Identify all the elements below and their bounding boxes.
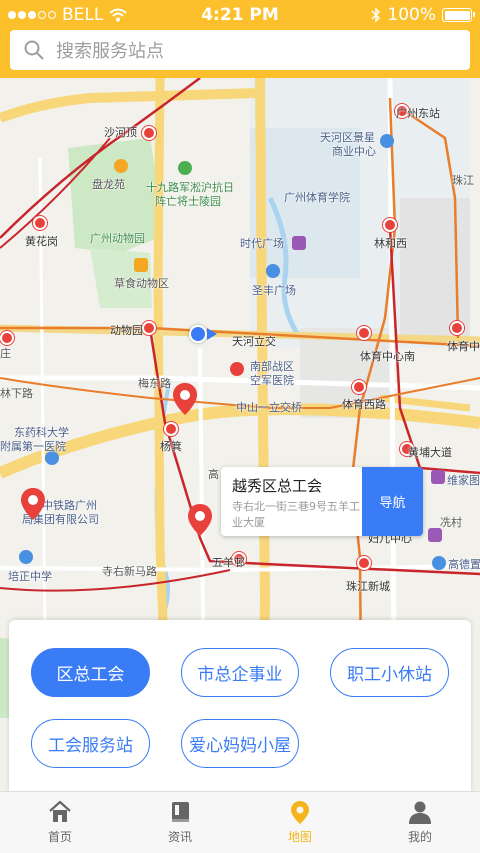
poi-icon <box>292 236 306 250</box>
tab-bar: 首页 资讯 地图 我的 <box>0 791 480 853</box>
tab-profile[interactable]: 我的 <box>360 792 480 853</box>
map-label: 时代广场 <box>240 237 284 250</box>
search-icon <box>24 40 44 60</box>
map-label: 附属第一医院 <box>0 440 66 453</box>
metro-station-icon <box>450 321 464 335</box>
poi-icon <box>428 528 442 542</box>
navigate-button[interactable]: 导航 <box>362 467 423 536</box>
poi-icon <box>178 161 192 175</box>
metro-station-icon <box>142 321 156 335</box>
user-icon <box>409 801 431 824</box>
map-label: 体育西路 <box>342 398 386 411</box>
category-chip-mother-room[interactable]: 爱心妈妈小屋 <box>181 719 299 768</box>
metro-station-icon <box>357 326 371 340</box>
map-label: 草食动物区 <box>114 277 169 290</box>
map-label: 培正中学 <box>8 570 52 583</box>
map-label: 广州体育学院 <box>284 191 350 204</box>
map-label: 圣丰广场 <box>252 284 296 297</box>
map-label: 中山一立交桥 <box>236 401 302 414</box>
location-pin-icon[interactable] <box>172 382 198 416</box>
header: BELL 4:21 PM 100% 搜索服务站点 <box>0 0 480 78</box>
poi-icon <box>380 134 394 148</box>
map-label: 高德置 <box>448 558 480 571</box>
map-label: 杨箕 <box>160 440 182 453</box>
battery-percent: 100% <box>387 5 436 25</box>
location-info-popup[interactable]: 越秀区总工会 寺右北一街三巷9号五羊工业大厦 导航 <box>221 467 423 536</box>
status-bar: BELL 4:21 PM 100% <box>0 0 480 30</box>
tab-home[interactable]: 首页 <box>0 792 120 853</box>
poi-icon <box>114 159 128 173</box>
poi-icon <box>134 258 148 272</box>
metro-station-icon <box>164 422 178 436</box>
map-label: 梅东路 <box>138 377 171 390</box>
map-label: 阵亡将士陵园 <box>155 195 221 208</box>
category-panel: 区总工会 市总企事业 职工小休站 工会服务站 爱心妈妈小屋 <box>9 620 471 795</box>
metro-station-icon <box>357 556 371 570</box>
map-label: 珠江新城 <box>346 580 390 593</box>
direction-arrow-icon <box>207 328 217 340</box>
map-label: 动物园 <box>110 324 143 337</box>
map-label: 林下路 <box>0 387 33 400</box>
map-label: 珠江 <box>452 174 474 187</box>
poi-icon <box>432 556 446 570</box>
map-label: 高 <box>208 468 219 481</box>
map-label: 沙河顶 <box>104 126 137 139</box>
tab-label: 地图 <box>287 830 312 844</box>
map-label: 空军医院 <box>250 374 294 387</box>
map-label: 五羊邨 <box>212 556 245 569</box>
bluetooth-icon <box>371 7 381 23</box>
book-icon <box>172 802 189 822</box>
map-label: 林和西 <box>374 237 407 250</box>
map-label: 广州动物园 <box>90 232 145 245</box>
popup-address: 寺右北一街三巷9号五羊工业大厦 <box>232 500 360 529</box>
current-location-icon <box>189 325 207 343</box>
hospital-icon <box>230 362 244 376</box>
battery-icon <box>442 8 475 22</box>
search-bar[interactable]: 搜索服务站点 <box>10 30 470 70</box>
location-pin-icon[interactable] <box>187 503 213 537</box>
map-pin-icon <box>291 801 309 824</box>
map-label: 体育中心南 <box>360 350 415 363</box>
map-label: 寺右新马路 <box>102 565 157 578</box>
metro-station-icon <box>383 218 397 232</box>
search-input[interactable]: 搜索服务站点 <box>56 37 164 63</box>
category-chip-city-enterprise[interactable]: 市总企事业 <box>181 648 299 697</box>
map-label: 黄花岗 <box>25 235 58 248</box>
tab-map[interactable]: 地图 <box>240 792 360 853</box>
tab-label: 首页 <box>47 830 72 844</box>
metro-station-icon <box>142 126 156 140</box>
home-icon <box>49 800 71 822</box>
map-label: 庄 <box>0 347 11 360</box>
map-label: 商业中心 <box>332 145 376 158</box>
metro-station-icon <box>0 331 14 345</box>
location-pin-icon[interactable] <box>20 487 46 521</box>
popup-title: 越秀区总工会 <box>232 477 323 495</box>
map-label: 天河立交 <box>232 335 276 348</box>
tab-label: 资讯 <box>167 830 192 844</box>
map-label: 维家图 <box>447 474 480 487</box>
metro-station-icon <box>352 380 366 394</box>
category-chip-district-union[interactable]: 区总工会 <box>31 648 150 697</box>
metro-station-icon <box>33 216 47 230</box>
poi-icon <box>19 550 33 564</box>
tab-label: 我的 <box>407 830 432 844</box>
poi-icon <box>431 470 445 484</box>
map-label: 体育中心 <box>447 340 480 353</box>
category-chip-rest-station[interactable]: 职工小休站 <box>330 648 449 697</box>
map-label: 广州东站 <box>396 107 440 120</box>
map-label: 冼村 <box>440 516 462 529</box>
category-chip-service-station[interactable]: 工会服务站 <box>31 719 150 768</box>
poi-icon <box>266 264 280 278</box>
tab-news[interactable]: 资讯 <box>120 792 240 853</box>
map-label: 盘龙苑 <box>92 178 125 191</box>
map-label: 黄埔大道 <box>408 446 452 459</box>
